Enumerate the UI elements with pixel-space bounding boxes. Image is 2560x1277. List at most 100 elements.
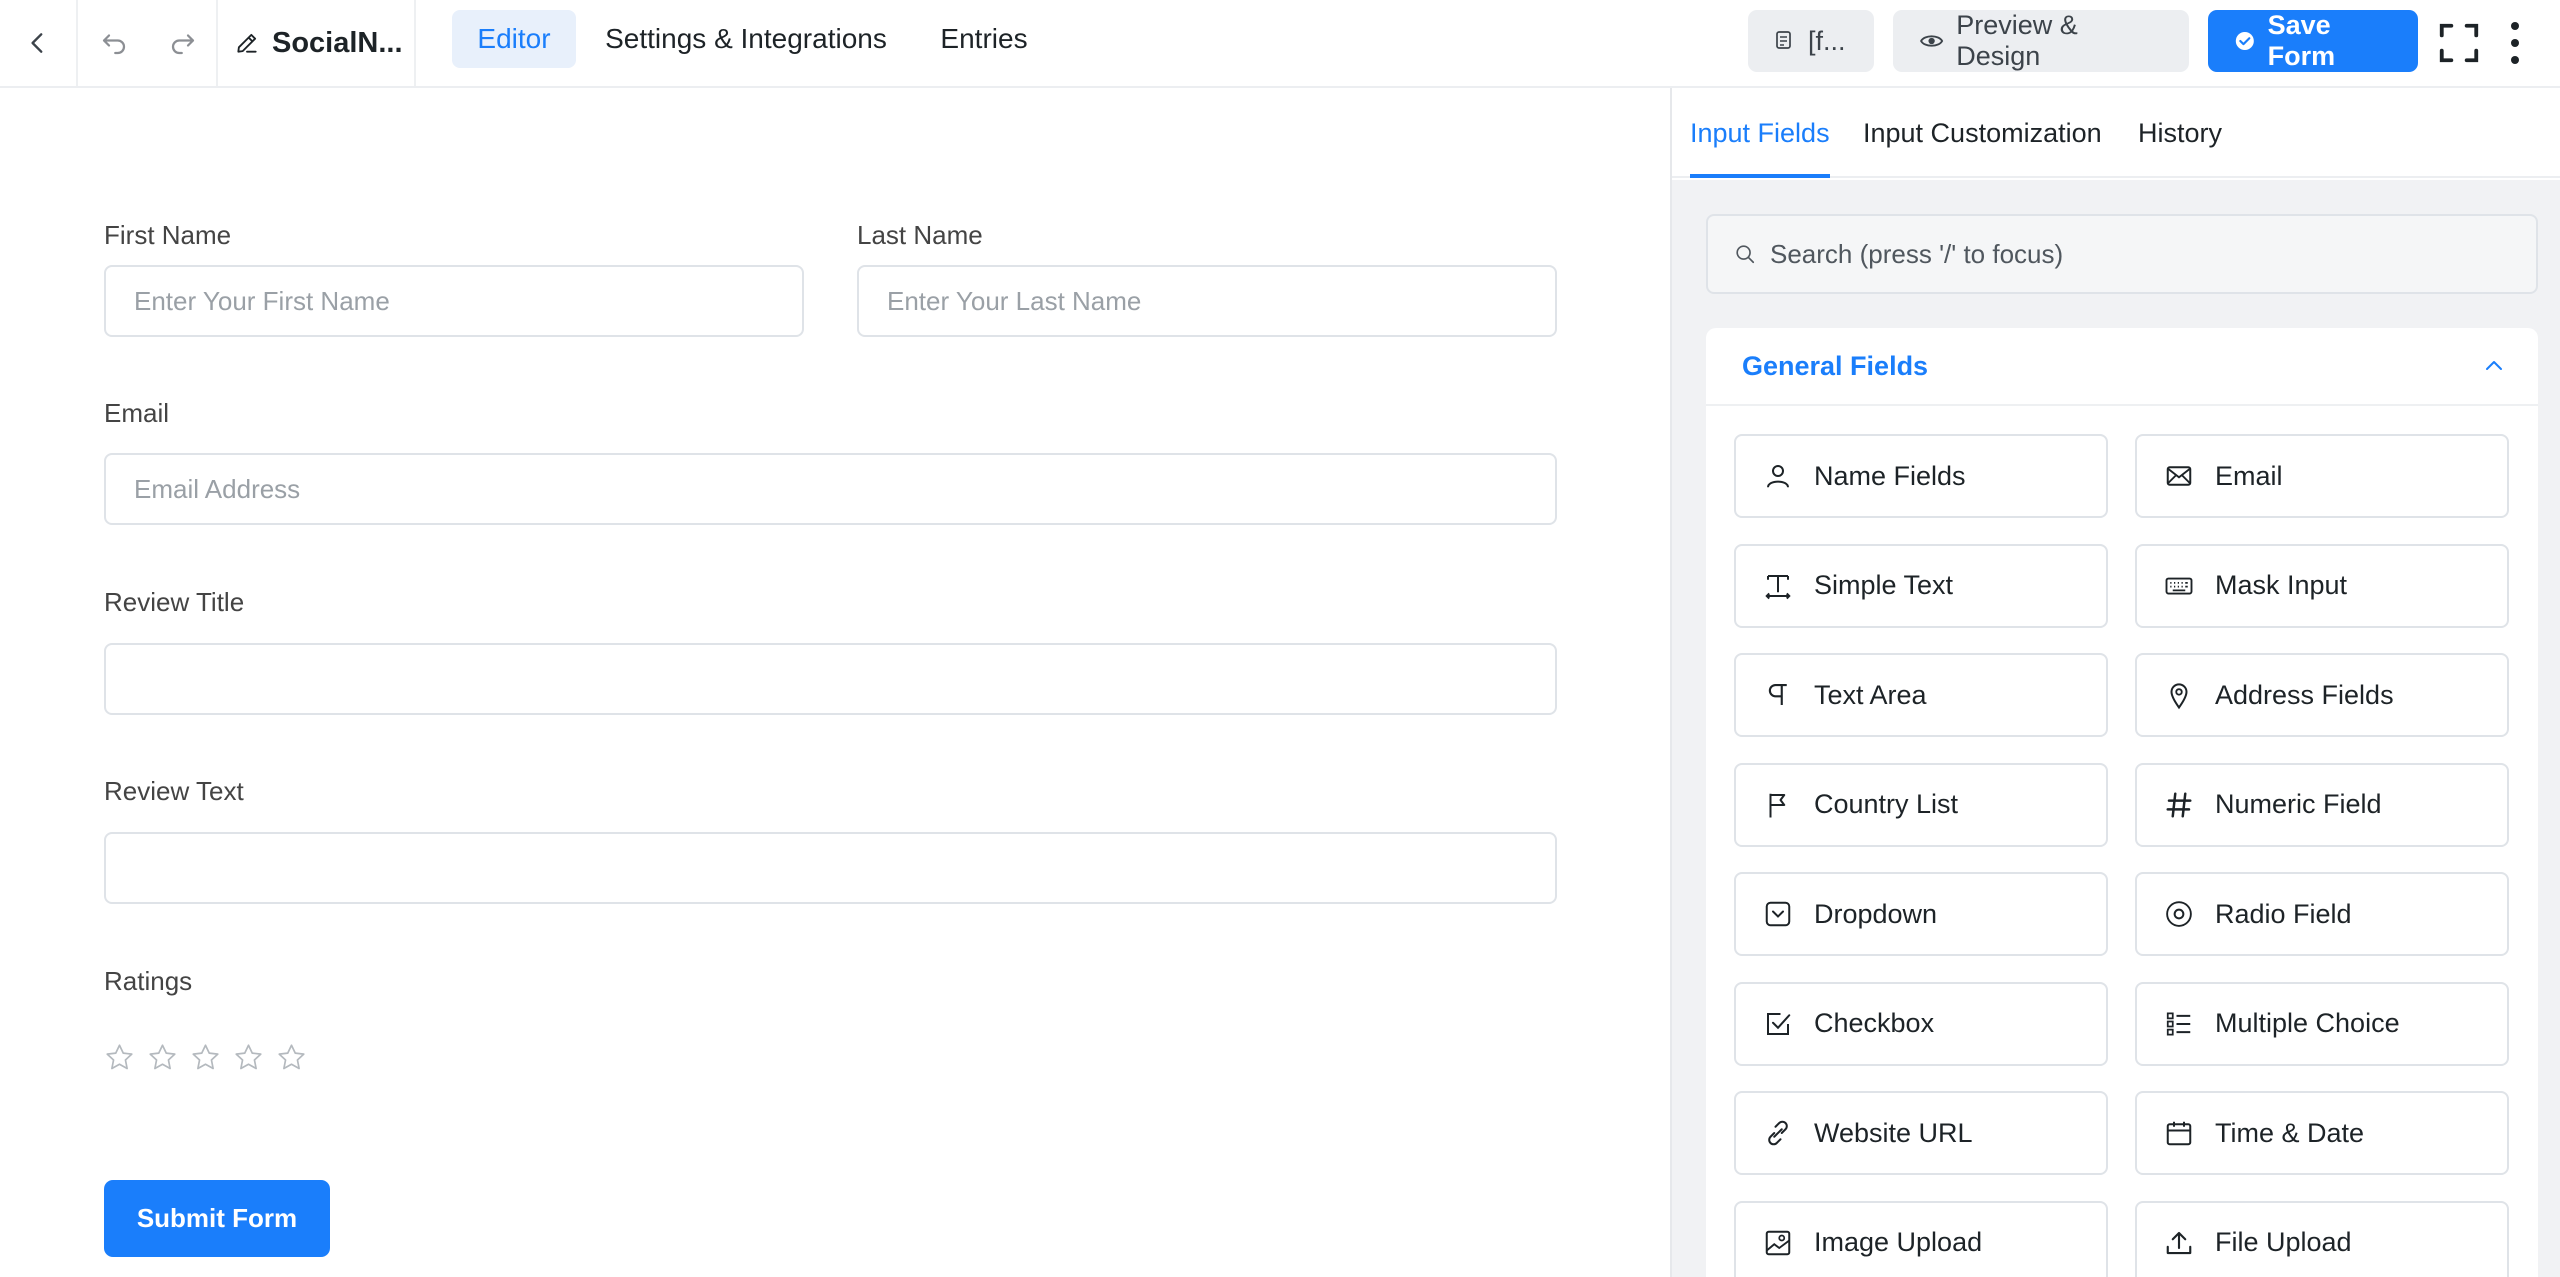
field-button-image-upload[interactable]: Image Upload	[1734, 1200, 2108, 1277]
field-button-mask-input[interactable]: Mask Input	[2135, 543, 2509, 628]
save-form-button[interactable]: Save Form	[2208, 10, 2418, 72]
panel-tabs: Input Fields Input Customization History	[1672, 88, 2560, 178]
field-button-email[interactable]: Email	[2135, 434, 2509, 518]
flag-icon	[1762, 789, 1794, 821]
field-button-address-fields[interactable]: Address Fields	[2135, 653, 2509, 737]
field-button-text-area[interactable]: Text Area	[1734, 653, 2108, 737]
star-icon[interactable]	[233, 1042, 264, 1073]
submit-form-button[interactable]: Submit Form	[104, 1180, 330, 1257]
field-search-input[interactable]: Search (press '/' to focus)	[1706, 214, 2538, 294]
field-button-label: Numeric Field	[2215, 789, 2382, 819]
tab-entries[interactable]: Entries	[916, 10, 1052, 68]
field-button-file-upload[interactable]: File Upload	[2135, 1200, 2509, 1277]
field-button-label: Name Fields	[1814, 460, 1966, 491]
search-placeholder: Search (press '/' to focus)	[1770, 238, 2064, 269]
field-button-label: File Upload	[2215, 1227, 2352, 1257]
field-button-radio-field[interactable]: Radio Field	[2135, 872, 2509, 956]
save-form-label: Save Form	[2267, 10, 2336, 71]
form-canvas: First Name Enter Your First Name Last Na…	[0, 90, 1670, 1277]
review-title-input[interactable]	[104, 643, 1557, 715]
redo-button[interactable]	[150, 0, 216, 86]
review-text-input[interactable]	[104, 832, 1557, 904]
field-button-simple-text[interactable]: Simple Text	[1734, 543, 2108, 628]
map-pin-icon	[2163, 679, 2195, 711]
review-title-label: Review Title	[104, 587, 245, 617]
tab-input-customization[interactable]: Input Customization	[1863, 88, 2102, 178]
envelope-icon	[2163, 460, 2195, 492]
radio-icon	[2163, 898, 2195, 930]
undo-icon	[102, 34, 126, 55]
list-icon	[2163, 1008, 2195, 1040]
review-text-label: Review Text	[104, 776, 244, 806]
field-button-label: Multiple Choice	[2215, 1008, 2400, 1038]
check-circle-icon	[2235, 31, 2254, 51]
copy-icon	[1776, 31, 1791, 49]
first-name-label: First Name	[104, 220, 232, 250]
field-button-label: Mask Input	[2215, 570, 2348, 600]
shortcode-label: [f...	[1808, 25, 1846, 56]
field-button-label: Time & Date	[2215, 1117, 2365, 1148]
preview-design-button[interactable]: Preview & Design	[1893, 10, 2189, 72]
redo-icon	[171, 34, 195, 55]
tab-settings-integrations[interactable]: Settings & Integrations	[578, 10, 914, 68]
field-button-label: Image Upload	[1814, 1227, 1983, 1257]
field-button-time-date[interactable]: Time & Date	[2135, 1091, 2509, 1175]
paragraph-icon	[1762, 679, 1794, 711]
field-button-multiple-choice[interactable]: Multiple Choice	[2135, 981, 2509, 1066]
fields-panel: Search (press '/' to focus) General Fiel…	[1672, 180, 2560, 1277]
hash-icon	[2163, 789, 2195, 821]
field-button-label: Simple Text	[1814, 570, 1954, 600]
image-icon	[1762, 1227, 1794, 1259]
top-toolbar: SocialN... Editor Settings & Integration…	[0, 0, 2560, 88]
checkbox-icon	[1762, 1008, 1794, 1040]
text-cursor-icon	[1762, 570, 1794, 602]
back-button[interactable]	[0, 0, 76, 86]
tab-history[interactable]: History	[2138, 88, 2222, 178]
ratings-label: Ratings	[104, 966, 193, 996]
field-button-name-fields[interactable]: Name Fields	[1734, 434, 2108, 518]
last-name-label: Last Name	[857, 220, 983, 250]
general-fields-header[interactable]: General Fields	[1706, 328, 2538, 406]
fullscreen-icon[interactable]	[2436, 20, 2482, 66]
chevron-up-icon	[2486, 361, 2502, 370]
field-button-country-list[interactable]: Country List	[1734, 762, 2108, 847]
field-button-label: Radio Field	[2215, 898, 2352, 929]
eye-icon	[1920, 35, 1944, 47]
star-icon[interactable]	[276, 1042, 307, 1073]
field-button-label: Text Area	[1814, 679, 1927, 710]
tab-input-fields[interactable]: Input Fields	[1690, 88, 1830, 178]
upload-icon	[2163, 1227, 2195, 1259]
field-button-label: Website URL	[1814, 1117, 1973, 1148]
star-icon[interactable]	[147, 1042, 178, 1073]
field-button-label: Checkbox	[1814, 1008, 1935, 1038]
field-button-dropdown[interactable]: Dropdown	[1734, 872, 2108, 956]
link-icon	[1762, 1117, 1794, 1149]
field-button-checkbox[interactable]: Checkbox	[1734, 981, 2108, 1066]
field-button-label: Country List	[1814, 789, 1959, 819]
tab-editor[interactable]: Editor	[452, 10, 576, 68]
more-options-button[interactable]	[2500, 18, 2530, 68]
star-icon[interactable]	[190, 1042, 221, 1073]
undo-button[interactable]	[78, 0, 150, 86]
field-button-website-url[interactable]: Website URL	[1734, 1091, 2108, 1175]
form-name[interactable]: SocialN...	[234, 0, 403, 86]
last-name-input[interactable]: Enter Your Last Name	[857, 265, 1557, 337]
preview-design-label: Preview & Design	[1956, 10, 2078, 71]
star-icon[interactable]	[104, 1042, 135, 1073]
field-button-label: Address Fields	[2215, 679, 2394, 710]
chevron-left-icon	[31, 33, 43, 53]
calendar-icon	[2163, 1117, 2195, 1149]
form-name-label: SocialN...	[272, 26, 403, 59]
field-button-numeric-field[interactable]: Numeric Field	[2135, 762, 2509, 847]
field-button-label: Email	[2215, 460, 2283, 491]
first-name-input[interactable]: Enter Your First Name	[104, 265, 804, 337]
general-fields-section: General Fields Name Fields Email Simple Te…	[1706, 328, 2538, 1277]
field-button-label: Dropdown	[1814, 898, 1938, 929]
shortcode-button[interactable]: [f...	[1748, 10, 1874, 72]
email-input[interactable]: Email Address	[104, 453, 1557, 525]
user-icon	[1762, 460, 1794, 492]
section-title: General Fields	[1742, 350, 1929, 381]
search-icon	[1736, 245, 1755, 264]
dropdown-icon	[1762, 898, 1794, 930]
keyboard-icon	[2163, 570, 2195, 602]
